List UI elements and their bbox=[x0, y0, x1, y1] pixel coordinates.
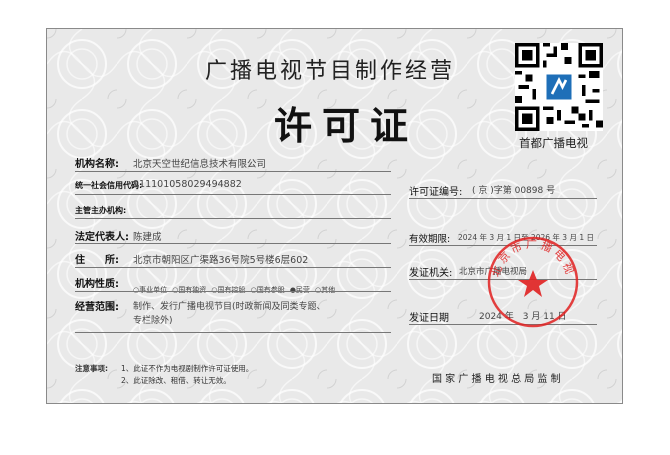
certificate-title: 广播电视节目制作经营 bbox=[205, 59, 456, 84]
certificate-subtitle: 许可证 bbox=[274, 104, 419, 148]
note-2: 2、此证除改、租借、转让无效。 bbox=[121, 376, 231, 385]
qr-caption: 首都广播电视 bbox=[519, 136, 588, 150]
legal-rep-label: 法定代表人: bbox=[75, 232, 129, 243]
nature-option: ○国有控股 bbox=[211, 286, 246, 294]
nature-option: ○国有参股 bbox=[250, 286, 285, 294]
notes-label: 注意事项: bbox=[75, 364, 108, 373]
official-seal: 北京市广播电视局 bbox=[483, 232, 579, 328]
nature-option-selected: ●民营 bbox=[289, 286, 310, 294]
license-no-value: ( 京 )字第 00898 号 bbox=[472, 186, 556, 196]
nature-options: ○事业单位 ○国有独资 ○国有控股 ○国有参股 ●民营 ○其他 bbox=[133, 277, 335, 296]
address-value: 北京市朝阳区广渠路36号院5号楼6层602 bbox=[133, 255, 309, 266]
note-1: 1、此证不作为电视剧制作许可证使用。 bbox=[121, 364, 254, 373]
footer-supervised-by: 国 家 广 播 电 视 总 局 监 制 bbox=[432, 374, 561, 385]
scope-value-line1: 制作、发行广播电视节目(时政新闻及同类专题、 bbox=[133, 302, 326, 312]
nature-label: 机构性质: bbox=[75, 279, 119, 290]
org-name-label: 机构名称: bbox=[75, 159, 119, 170]
nature-option-label: 国有参股 bbox=[256, 286, 285, 294]
nature-option-label: 国有控股 bbox=[217, 286, 246, 294]
supervisor-label: 主管主办机构: bbox=[75, 206, 127, 215]
address-label: 住 所: bbox=[75, 255, 119, 266]
nature-option-label: 事业单位 bbox=[139, 286, 168, 294]
issuer-label: 发证机关: bbox=[409, 268, 453, 279]
nature-option-label: 国有独资 bbox=[178, 286, 207, 294]
legal-rep-value: 陈建成 bbox=[133, 232, 162, 243]
license-no-label: 许可证编号: bbox=[409, 187, 463, 198]
issue-date-label: 发证日期 bbox=[409, 313, 449, 324]
nature-option: ○其他 bbox=[315, 286, 336, 294]
nature-option: ○事业单位 bbox=[133, 286, 168, 294]
license-certificate: 广播电视节目制作经营 许可证 首都广播电视 机构名称: 北京天空世纪信息技术有限… bbox=[46, 28, 623, 404]
credit-code-value: 911101058029494882 bbox=[133, 179, 242, 190]
nature-option-label: 其他 bbox=[321, 286, 336, 294]
scope-label: 经营范围: bbox=[75, 302, 119, 313]
org-name-value: 北京天空世纪信息技术有限公司 bbox=[133, 159, 267, 170]
scope-value-line2: 专栏除外) bbox=[133, 316, 173, 326]
seal-star-icon bbox=[518, 270, 548, 297]
nature-option: ○国有独资 bbox=[172, 286, 207, 294]
nature-option-label: 民营 bbox=[295, 286, 310, 294]
qr-code bbox=[515, 43, 603, 131]
validity-label: 有效期限: bbox=[409, 234, 451, 245]
